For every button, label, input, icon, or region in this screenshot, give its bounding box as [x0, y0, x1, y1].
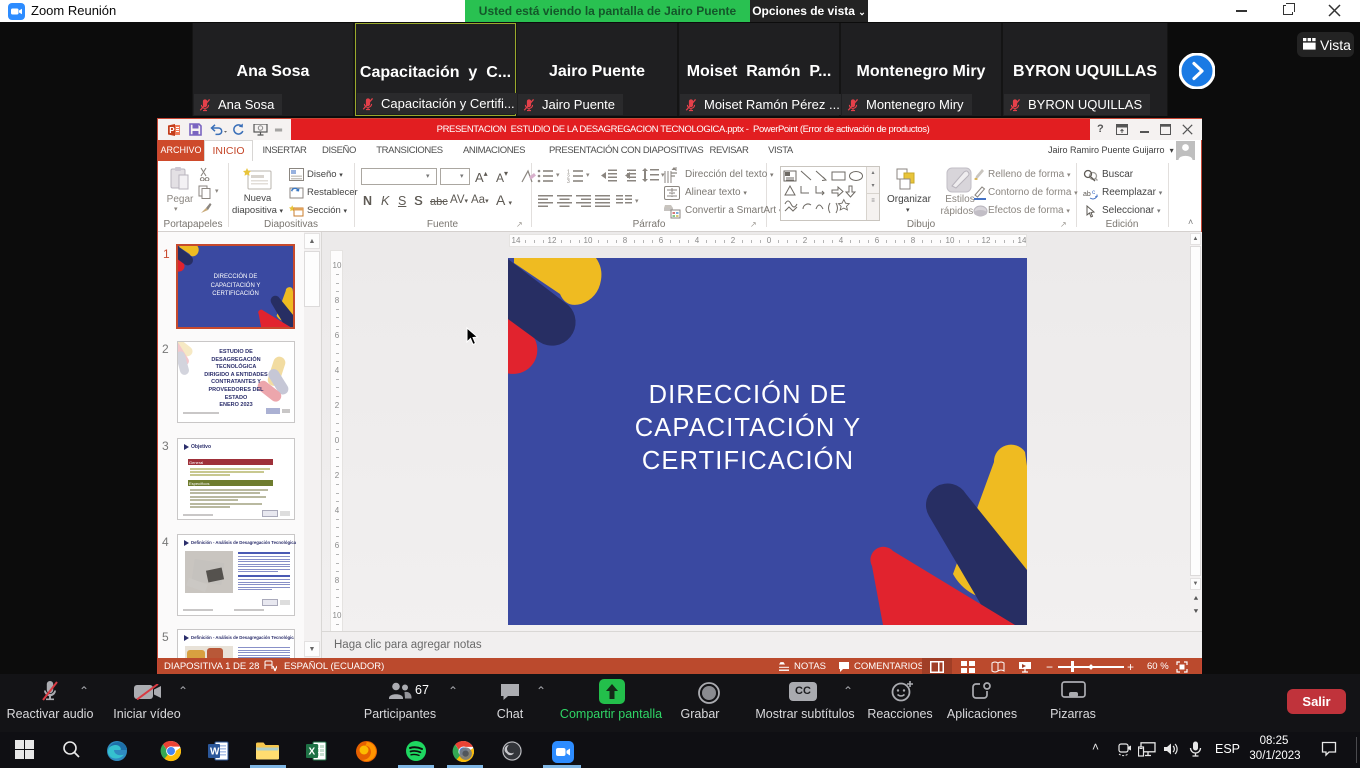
svg-text:ab: ab [1083, 191, 1091, 198]
svg-text:X: X [309, 747, 316, 758]
svg-text:c: c [1092, 189, 1096, 196]
svg-text:3: 3 [567, 179, 570, 183]
svg-text:W: W [210, 747, 220, 758]
svg-text:P: P [169, 126, 175, 135]
